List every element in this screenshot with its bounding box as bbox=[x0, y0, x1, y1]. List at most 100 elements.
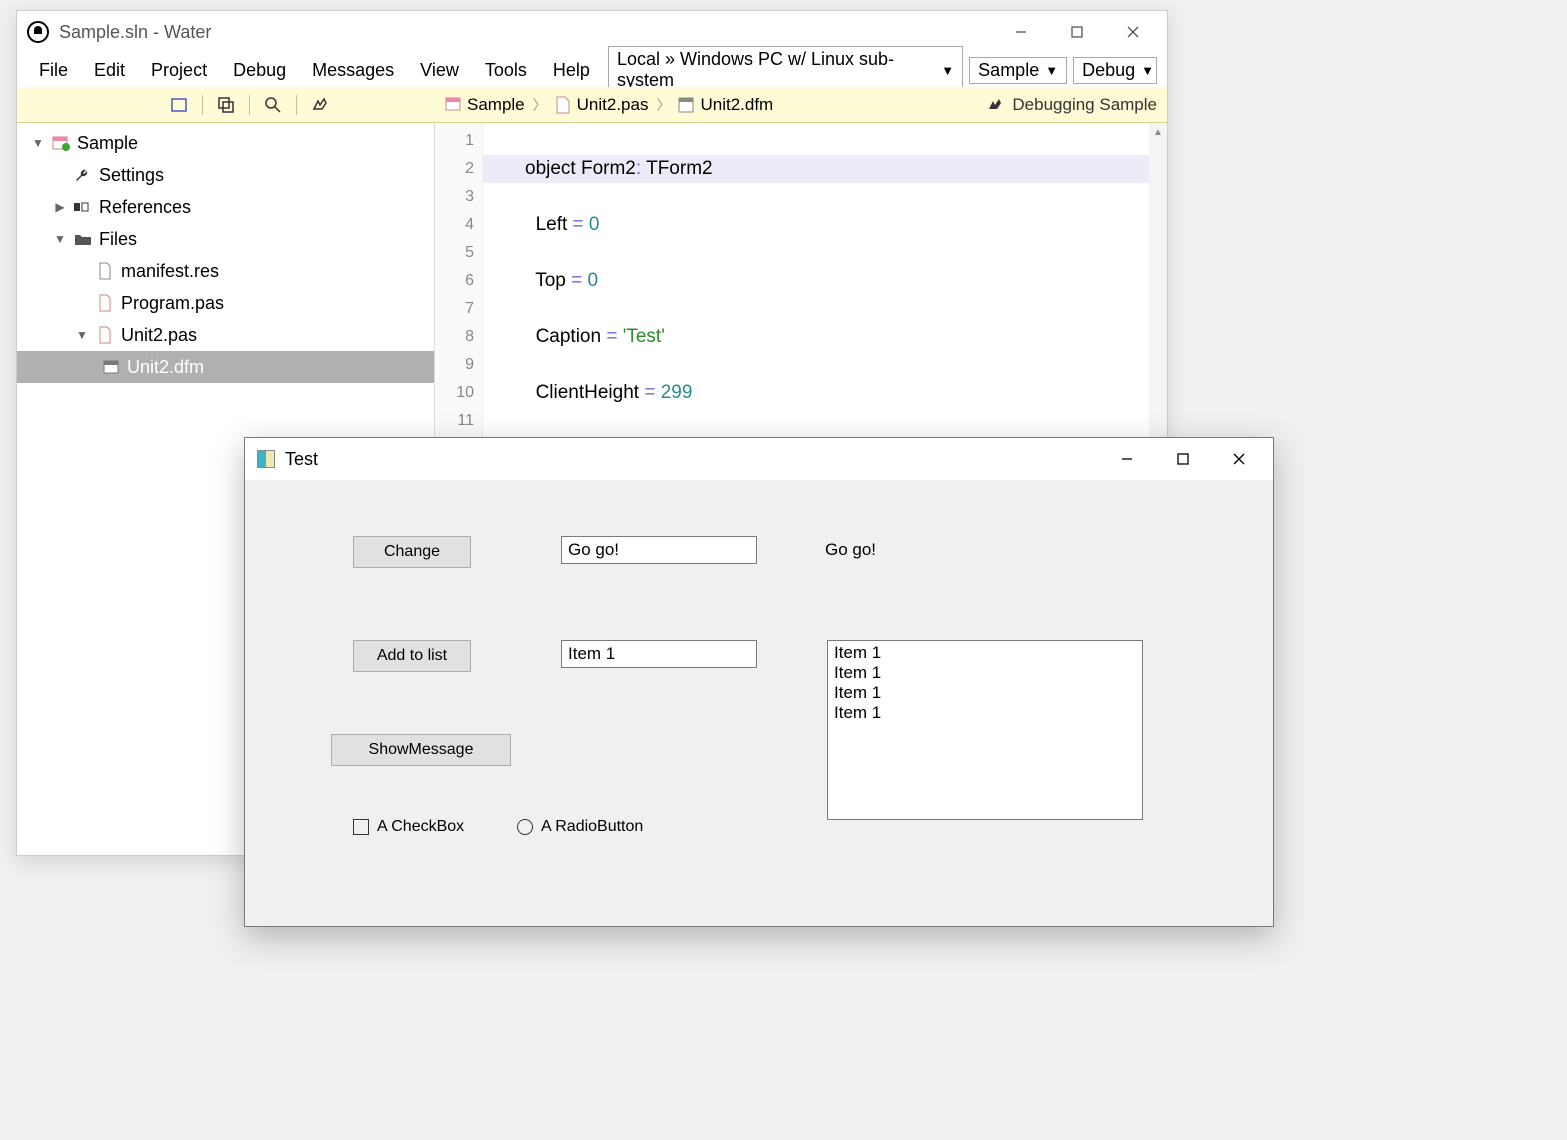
checkbox-box-icon bbox=[353, 819, 369, 835]
menu-messages[interactable]: Messages bbox=[300, 56, 406, 85]
project-node-icon bbox=[51, 133, 71, 153]
file-icon bbox=[555, 96, 571, 114]
breadcrumb-subfile[interactable]: Unit2.dfm bbox=[678, 95, 773, 115]
window-controls bbox=[1099, 442, 1267, 476]
item-input[interactable] bbox=[561, 640, 757, 668]
toolbar-separator bbox=[249, 95, 250, 115]
debug-status-label: Debugging Sample bbox=[1012, 95, 1157, 115]
showmessage-button[interactable]: ShowMessage bbox=[331, 734, 511, 766]
folder-icon bbox=[73, 229, 93, 249]
breadcrumb-project[interactable]: Sample bbox=[445, 95, 525, 115]
toolbar-row: Sample 〉 Unit2.pas 〉 Unit2.dfm Debugging… bbox=[17, 87, 1167, 123]
menu-tools[interactable]: Tools bbox=[473, 56, 539, 85]
sidebar-toolbar bbox=[17, 87, 435, 123]
breadcrumb-label: Unit2.dfm bbox=[700, 95, 773, 115]
tree-label: Settings bbox=[99, 165, 164, 186]
code-token: Top bbox=[535, 270, 571, 291]
menu-project[interactable]: Project bbox=[139, 56, 219, 85]
tree-settings[interactable]: Settings bbox=[17, 159, 434, 191]
expand-arrow-icon[interactable]: ▶ bbox=[53, 200, 67, 214]
file-icon bbox=[95, 293, 115, 313]
a-radiobutton[interactable]: A RadioButton bbox=[517, 818, 643, 836]
breadcrumb-file[interactable]: Unit2.pas bbox=[555, 95, 649, 115]
code-token: 'Test' bbox=[623, 326, 665, 347]
collapse-arrow-icon[interactable]: ▼ bbox=[31, 136, 45, 150]
project-combo[interactable]: Sample▼ bbox=[969, 57, 1067, 84]
code-token: = bbox=[571, 270, 587, 291]
code-token: Caption bbox=[536, 326, 607, 347]
config-combo[interactable]: Debug▼ bbox=[1073, 57, 1157, 84]
ide-titlebar[interactable]: Sample.sln - Water bbox=[17, 11, 1167, 53]
code-token: TForm2 bbox=[646, 158, 713, 179]
search-icon[interactable] bbox=[258, 91, 288, 119]
tree-root[interactable]: ▼ Sample bbox=[17, 127, 434, 159]
radio-circle-icon bbox=[517, 819, 533, 835]
tree-file-unit2pas[interactable]: ▼ Unit2.pas bbox=[17, 319, 434, 351]
line-number: 7 bbox=[435, 295, 474, 323]
app-titlebar[interactable]: Test bbox=[245, 438, 1273, 480]
maximize-button[interactable] bbox=[1155, 442, 1211, 476]
minimize-button[interactable] bbox=[993, 15, 1049, 49]
collapse-arrow-icon[interactable]: ▼ bbox=[53, 232, 67, 246]
tree-label: Program.pas bbox=[121, 293, 224, 314]
chevron-right-icon: 〉 bbox=[656, 95, 670, 115]
code-token: 0 bbox=[589, 214, 600, 235]
app-client-area: Change Go go! Add to list Item 1 Item 1 … bbox=[245, 480, 1273, 926]
change-output-label: Go go! bbox=[825, 540, 876, 560]
code-token: : bbox=[636, 158, 646, 179]
scroll-up-icon[interactable]: ▲ bbox=[1149, 123, 1167, 141]
line-number: 5 bbox=[435, 239, 474, 267]
line-number: 2 bbox=[435, 155, 474, 183]
menu-file[interactable]: File bbox=[27, 56, 80, 85]
line-number: 8 bbox=[435, 323, 474, 351]
line-number: 3 bbox=[435, 183, 474, 211]
menu-debug[interactable]: Debug bbox=[221, 56, 298, 85]
code-token: = bbox=[644, 382, 660, 403]
menu-view[interactable]: View bbox=[408, 56, 471, 85]
close-button[interactable] bbox=[1105, 15, 1161, 49]
add-to-list-button[interactable]: Add to list bbox=[353, 640, 471, 672]
tree-file-unit2dfm[interactable]: Unit2.dfm bbox=[17, 351, 434, 383]
file-icon bbox=[95, 325, 115, 345]
list-item[interactable]: Item 1 bbox=[834, 683, 1136, 703]
duplicate-icon[interactable] bbox=[211, 91, 241, 119]
code-token: 299 bbox=[661, 382, 693, 403]
close-button[interactable] bbox=[1211, 442, 1267, 476]
tree-references[interactable]: ▶ References bbox=[17, 191, 434, 223]
tree-files-folder[interactable]: ▼ Files bbox=[17, 223, 434, 255]
code-token: = bbox=[573, 214, 589, 235]
minimize-button[interactable] bbox=[1099, 442, 1155, 476]
tree-file-manifest[interactable]: manifest.res bbox=[17, 255, 434, 287]
tree-label: Unit2.pas bbox=[121, 325, 197, 346]
checkbox-label: A CheckBox bbox=[377, 818, 464, 836]
list-item[interactable]: Item 1 bbox=[834, 663, 1136, 683]
tree-label: Files bbox=[99, 229, 137, 250]
debug-icon[interactable] bbox=[305, 91, 335, 119]
change-button[interactable]: Change bbox=[353, 536, 471, 568]
code-token: 0 bbox=[588, 270, 599, 291]
list-item[interactable]: Item 1 bbox=[834, 643, 1136, 663]
change-input[interactable] bbox=[561, 536, 757, 564]
list-item[interactable]: Item 1 bbox=[834, 703, 1136, 723]
line-number: 6 bbox=[435, 267, 474, 295]
toolbar-separator bbox=[296, 95, 297, 115]
breadcrumb-label: Unit2.pas bbox=[577, 95, 649, 115]
maximize-button[interactable] bbox=[1049, 15, 1105, 49]
view-outline-icon[interactable] bbox=[164, 91, 194, 119]
a-checkbox[interactable]: A CheckBox bbox=[353, 818, 464, 836]
line-number: 10 bbox=[435, 379, 474, 407]
menu-edit[interactable]: Edit bbox=[82, 56, 137, 85]
tree-label: manifest.res bbox=[121, 261, 219, 282]
caret-down-icon: ▼ bbox=[941, 63, 954, 78]
toolbar-separator bbox=[202, 95, 203, 115]
tree-label: References bbox=[99, 197, 191, 218]
line-number: 1 bbox=[435, 127, 474, 155]
wrench-icon bbox=[73, 165, 93, 185]
line-number: 4 bbox=[435, 211, 474, 239]
form-icon bbox=[101, 357, 121, 377]
code-token: ClientHeight bbox=[536, 382, 645, 403]
items-listbox[interactable]: Item 1 Item 1 Item 1 Item 1 bbox=[827, 640, 1143, 820]
menu-help[interactable]: Help bbox=[541, 56, 602, 85]
tree-file-program[interactable]: Program.pas bbox=[17, 287, 434, 319]
collapse-arrow-icon[interactable]: ▼ bbox=[75, 328, 89, 342]
